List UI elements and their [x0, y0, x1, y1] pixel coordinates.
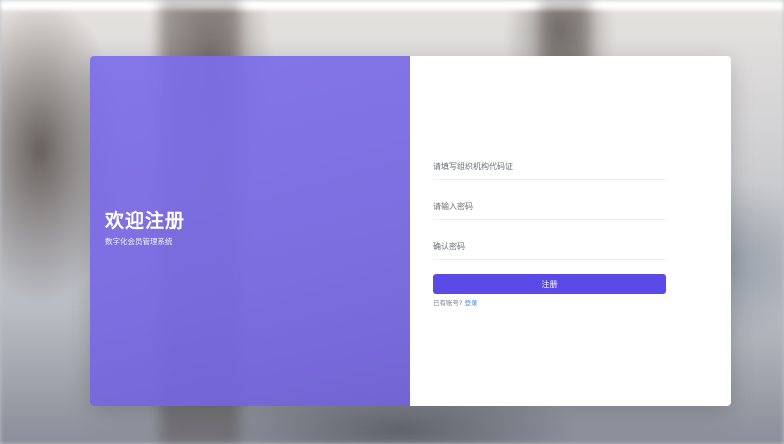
org-code-input[interactable] [433, 153, 666, 180]
register-button[interactable]: 注册 [433, 274, 666, 294]
welcome-panel: 欢迎注册 数字化会员管理系统 [90, 56, 410, 406]
login-hint: 已有账号? 登录 [433, 297, 478, 307]
password-input[interactable] [433, 193, 666, 220]
register-form: 注册 已有账号? 登录 [410, 56, 731, 406]
welcome-title: 欢迎注册 [105, 210, 186, 232]
register-card: 欢迎注册 数字化会员管理系统 注册 已有账号? 登录 [90, 56, 731, 406]
top-strip [0, 0, 784, 10]
page: 欢迎注册 数字化会员管理系统 注册 已有账号? 登录 [0, 0, 784, 444]
login-link[interactable]: 登录 [465, 299, 478, 307]
welcome-subtitle: 数字化会员管理系统 [105, 237, 173, 246]
login-hint-text: 已有账号? [433, 299, 463, 307]
confirm-password-input[interactable] [433, 233, 666, 260]
